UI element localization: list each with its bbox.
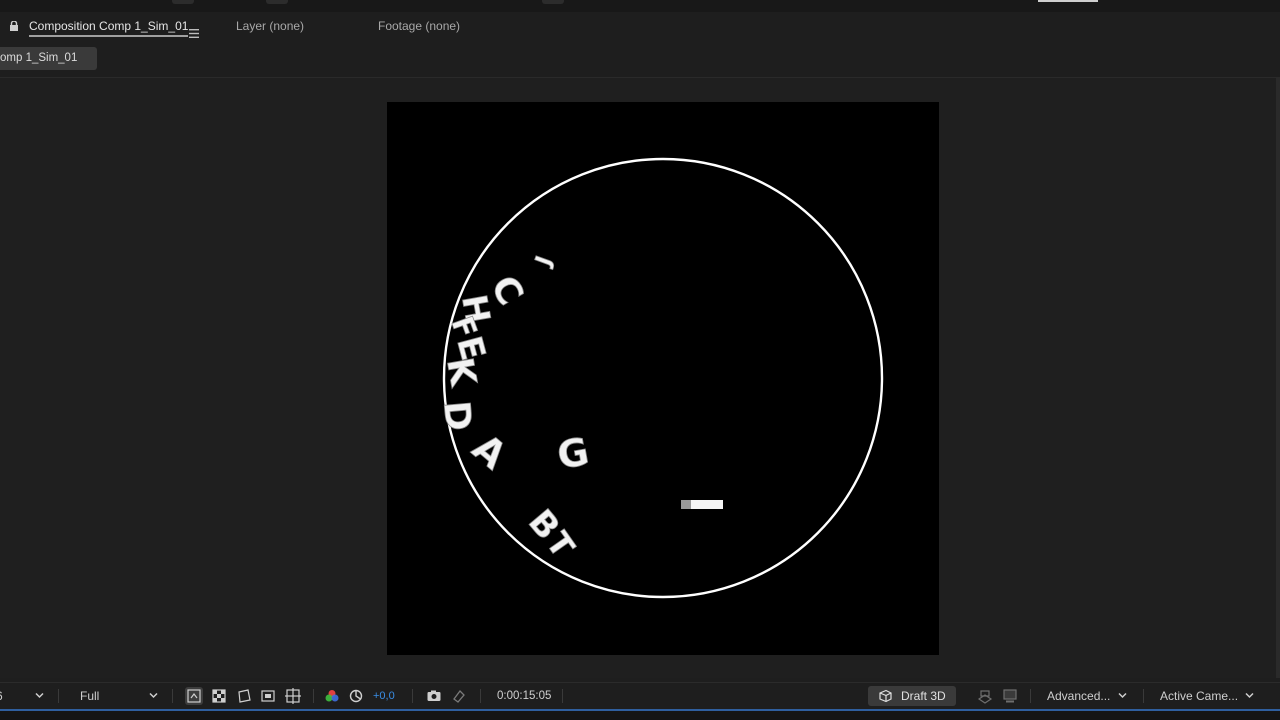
panel-bottom-edge — [0, 709, 1280, 720]
magnification-dropdown[interactable]: 6 — [0, 686, 48, 706]
composition-frame[interactable]: J C H F E K D A G B T — [387, 102, 939, 655]
top-tab-nub — [172, 0, 194, 4]
letter-k: K — [438, 354, 483, 390]
lock-icon[interactable] — [10, 18, 18, 31]
color-channels-icon[interactable] — [323, 687, 341, 705]
letter-d: D — [435, 399, 478, 432]
composition-navigator-chip[interactable]: omp 1_Sim_01 — [0, 47, 97, 70]
viewer-right-edge — [1276, 78, 1280, 678]
viewer-bottom-toolbar: 6 Full +0,0 0:00:15:05 Draft 3D — [0, 682, 1280, 709]
top-strip — [0, 0, 1280, 12]
view-layout-icon[interactable] — [976, 687, 994, 705]
resolution-value: Full — [80, 689, 100, 703]
tab-composition[interactable]: Composition Comp 1_Sim_01 — [29, 12, 189, 42]
draft-3d-button[interactable]: Draft 3D — [868, 686, 956, 706]
top-tab-nub — [266, 0, 288, 4]
mask-path-visibility-icon[interactable] — [235, 687, 253, 705]
chevron-down-icon — [1118, 692, 1127, 699]
toolbar-divider — [313, 689, 314, 703]
toolbar-divider — [562, 689, 563, 703]
view-options-icon[interactable] — [1001, 687, 1019, 705]
toolbar-divider — [1143, 689, 1144, 703]
active-camera-label: Active Came... — [1160, 689, 1239, 703]
composition-viewer[interactable]: J C H F E K D A G B T — [0, 78, 1280, 678]
current-time-display[interactable]: 0:00:15:05 — [497, 686, 551, 706]
tab-layer[interactable]: Layer (none) — [236, 12, 304, 42]
color-management-icon[interactable] — [347, 687, 365, 705]
letter-g: G — [554, 429, 592, 478]
letter-i — [681, 500, 723, 509]
hamburger-menu-icon[interactable] — [189, 20, 199, 38]
workspace-indicator — [1038, 0, 1098, 2]
draft-3d-icon — [879, 689, 892, 703]
fast-previews-icon[interactable] — [185, 687, 203, 705]
toolbar-divider — [1030, 689, 1031, 703]
region-of-interest-icon[interactable] — [259, 687, 277, 705]
tab-composition-label: Composition Comp 1_Sim_01 — [29, 19, 189, 33]
show-snapshot-icon[interactable] — [450, 687, 468, 705]
renderer-options-label: Advanced... — [1047, 689, 1111, 703]
transparency-grid-icon[interactable] — [210, 687, 228, 705]
tab-footage[interactable]: Footage (none) — [378, 12, 460, 42]
magnification-value: 6 — [0, 689, 3, 703]
ring-circle — [442, 157, 884, 599]
chevron-down-icon — [1245, 692, 1254, 699]
active-tab-underline — [29, 35, 189, 37]
letter-j: J — [530, 253, 557, 271]
toolbar-divider — [58, 689, 59, 703]
viewer-tab-bar: Composition Comp 1_Sim_01 Layer (none) F… — [0, 12, 1280, 42]
letter-a: A — [464, 425, 515, 478]
chevron-down-icon — [35, 692, 44, 699]
renderer-options-dropdown[interactable]: Advanced... — [1047, 686, 1131, 706]
panel-focus-highlight — [0, 709, 1280, 711]
toolbar-divider — [172, 689, 173, 703]
resolution-dropdown[interactable]: Full — [80, 686, 162, 706]
draft-3d-label: Draft 3D — [901, 689, 946, 703]
composition-flowchart-bar: omp 1_Sim_01 — [0, 42, 1280, 78]
snapshot-camera-icon[interactable] — [425, 687, 443, 705]
toolbar-divider — [480, 689, 481, 703]
toolbar-divider — [412, 689, 413, 703]
exposure-value[interactable]: +0,0 — [373, 686, 395, 706]
chevron-down-icon — [149, 692, 158, 699]
composition-render: J C H F E K D A G B T — [435, 157, 884, 599]
grid-guides-icon[interactable] — [284, 687, 302, 705]
active-camera-dropdown[interactable]: Active Came... — [1160, 686, 1258, 706]
top-tab-nub — [542, 0, 564, 4]
